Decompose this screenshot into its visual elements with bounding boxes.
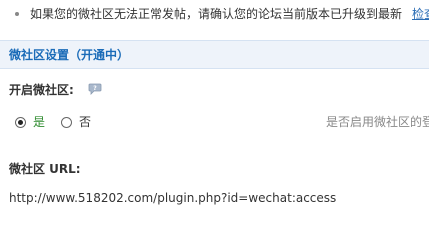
radio-yes[interactable] [15,117,26,128]
radio-no-label[interactable]: 否 [79,114,91,130]
check-link[interactable]: 检查 [412,4,429,24]
bullet-icon [15,12,19,16]
enable-hint: 是否启用微社区的登 [326,115,429,129]
radio-yes-label[interactable]: 是 [33,114,45,130]
help-icon[interactable]: ? [88,83,102,95]
settings-page: 如果您的微社区无法正常发帖，请确认您的论坛当前版本已升级到最新 检查 微社区设置… [0,0,429,225]
svg-text:?: ? [93,85,97,92]
notice-text: 如果您的微社区无法正常发帖，请确认您的论坛当前版本已升级到最新 [30,7,403,21]
url-label: 微社区 URL: [9,162,81,176]
enable-label: 开启微社区: [9,83,74,97]
enable-radio-group: 是 否 是否启用微社区的登 [0,114,429,132]
section-title: 微社区设置（开通中） [9,48,130,62]
upgrade-notice: 如果您的微社区无法正常发帖，请确认您的论坛当前版本已升级到最新 检查 [0,4,429,24]
section-header: 微社区设置（开通中） [0,40,429,69]
radio-no[interactable] [61,117,72,128]
url-value: http://www.518202.com/plugin.php?id=wech… [9,191,337,205]
